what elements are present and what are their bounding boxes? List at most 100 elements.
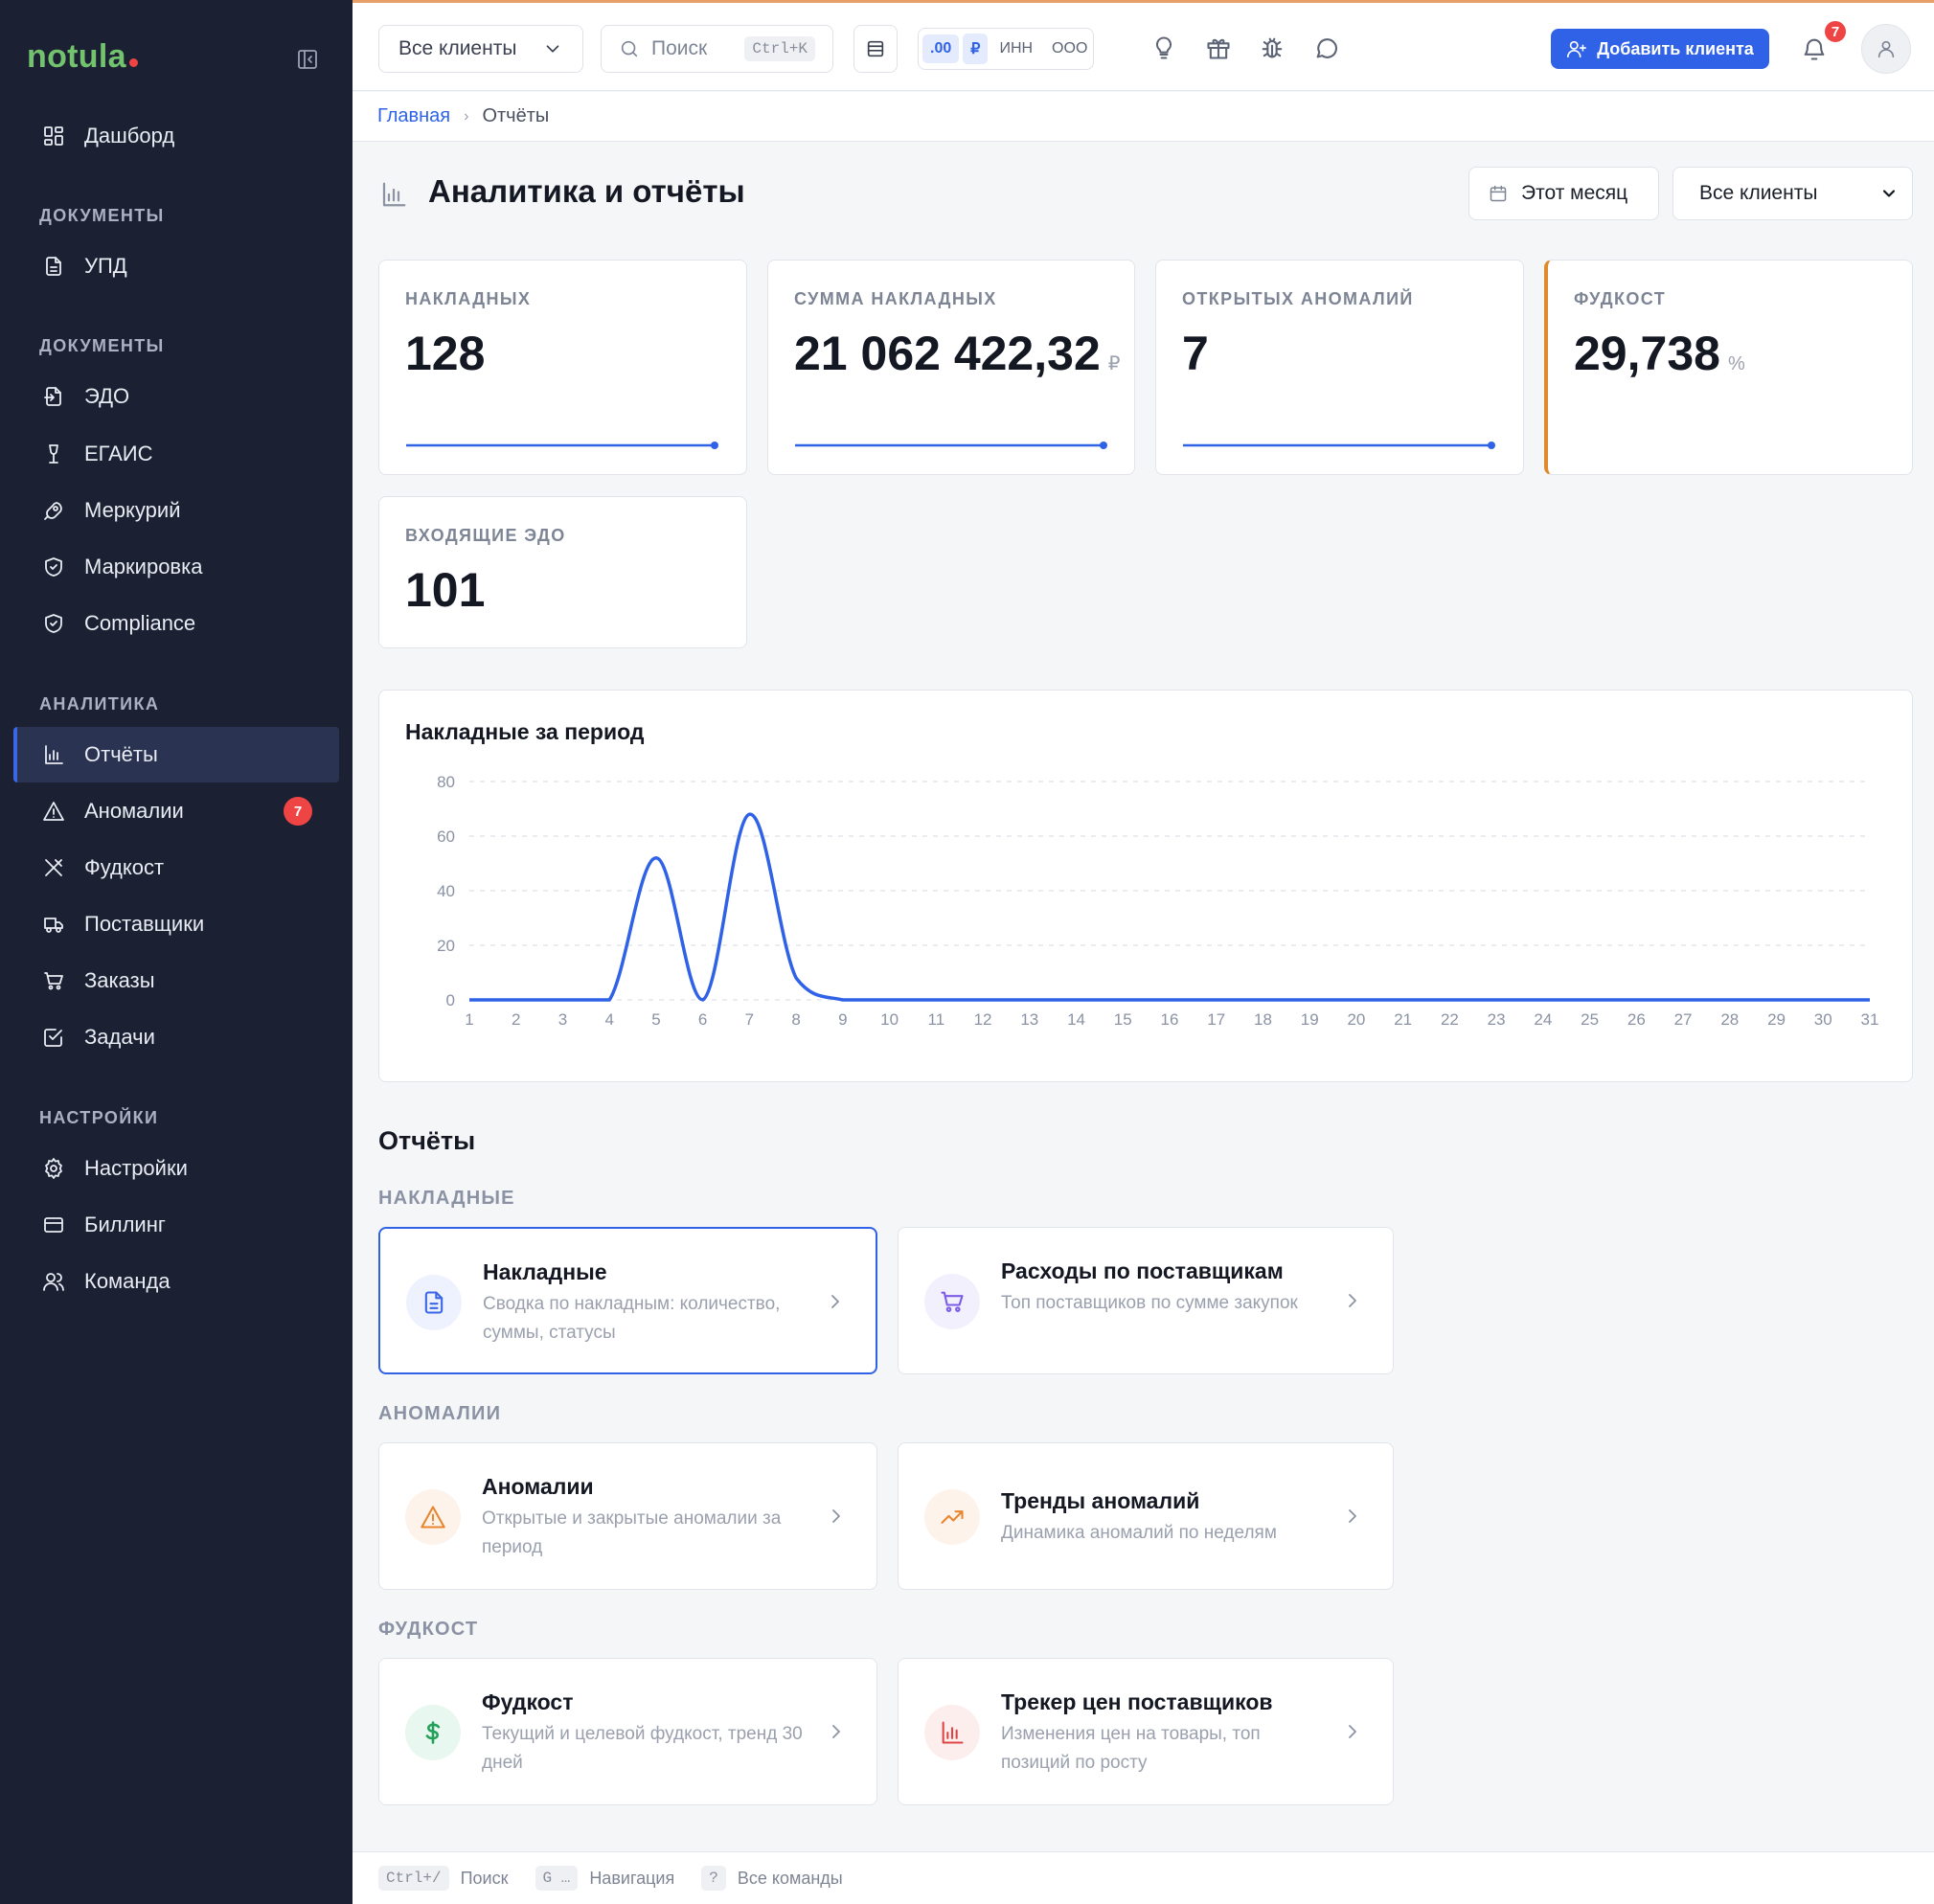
dollar-icon <box>405 1705 461 1760</box>
report-card-anomaly-trends[interactable]: Тренды аномалий Динамика аномалий по нед… <box>898 1442 1394 1590</box>
sidebar-item-mercury[interactable]: Меркурий <box>13 483 339 538</box>
y-tick-label: 0 <box>446 991 455 1009</box>
stat-label: ФУДКОСТ <box>1574 289 1667 308</box>
sidebar-item-label: Задачи <box>84 1025 155 1049</box>
format-toggle-decimals[interactable]: .00 <box>922 34 960 63</box>
breadcrumb-current: Отчёты <box>482 105 550 126</box>
truck-icon <box>44 918 63 933</box>
sidebar-item-compliance[interactable]: Compliance <box>13 596 339 651</box>
cart-icon <box>924 1274 980 1329</box>
document-icon <box>406 1275 462 1330</box>
report-group-title: АНОМАЛИИ <box>378 1403 502 1424</box>
format-toggle-group: .00 ₽ ИНН ООО <box>918 28 1094 70</box>
stat-value: 7 <box>1182 327 1209 380</box>
lightbulb-icon[interactable] <box>1150 34 1177 61</box>
chevron-right-icon <box>1349 1725 1356 1738</box>
format-toggle-currency[interactable]: ₽ <box>963 34 989 64</box>
x-tick-label: 17 <box>1207 1010 1225 1029</box>
bell-icon[interactable] <box>1801 35 1828 62</box>
sidebar-item-label: УПД <box>84 254 127 278</box>
chevron-down-icon <box>546 45 559 53</box>
avatar[interactable] <box>1861 24 1911 74</box>
topbar: Все клиенты Поиск Ctrl+K .00 ₽ ИНН ООО Д… <box>353 0 1934 91</box>
x-tick-label: 1 <box>465 1010 473 1029</box>
gift-icon[interactable] <box>1205 34 1232 61</box>
sidebar-item-upd[interactable]: УПД <box>13 238 339 294</box>
sidebar-item-edo[interactable]: ЭДО <box>13 369 339 424</box>
report-card-desc: Сводка по накладным: количество, суммы, … <box>483 1294 781 1343</box>
x-tick-label: 29 <box>1767 1010 1786 1029</box>
search-placeholder: Поиск <box>651 37 708 59</box>
x-tick-label: 18 <box>1254 1010 1272 1029</box>
sidebar-collapse-icon[interactable] <box>296 48 319 71</box>
chevron-right-icon <box>831 1295 839 1308</box>
x-tick-label: 5 <box>651 1010 660 1029</box>
bar-chart-icon <box>379 180 408 209</box>
stat-card-foodcost[interactable]: ФУДКОСТ 29,738% <box>1544 260 1913 475</box>
stat-value: 21 062 422,32 ₽ <box>794 327 1121 380</box>
stat-card-invoice-sum[interactable]: СУММА НАКЛАДНЫХ 21 062 422,32 ₽ <box>767 260 1135 475</box>
stat-card-incoming-edo[interactable]: ВХОДЯЩИЕ ЭДО 101 <box>378 496 747 648</box>
sidebar-item-label: Фудкост <box>84 855 165 879</box>
report-card-foodcost[interactable]: Фудкост Текущий и целевой фудкост, тренд… <box>378 1658 877 1805</box>
warning-icon <box>405 1489 461 1545</box>
add-client-button[interactable]: Добавить клиента <box>1551 29 1769 69</box>
period-button[interactable]: Этот месяц <box>1468 167 1659 220</box>
sidebar-item-label: Меркурий <box>84 498 181 522</box>
stat-label: НАКЛАДНЫХ <box>405 289 532 308</box>
warning-icon <box>43 802 64 821</box>
sidebar-item-tasks[interactable]: Задачи <box>13 1009 339 1065</box>
sidebar-item-settings[interactable]: Настройки <box>13 1141 339 1196</box>
credit-card-icon <box>44 1217 63 1233</box>
stat-card-invoices[interactable]: НАКЛАДНЫХ 128 <box>378 260 747 475</box>
x-tick-label: 19 <box>1301 1010 1319 1029</box>
shortcut-key: G … <box>535 1866 579 1891</box>
sparkline <box>1183 442 1495 449</box>
sidebar-item-egais[interactable]: ЕГАИС <box>13 426 339 482</box>
format-toggle-inn[interactable]: ИНН <box>991 34 1040 63</box>
report-card-price-tracker[interactable]: Трекер цен поставщиков Изменения цен на … <box>898 1658 1394 1805</box>
sidebar-section-settings: НАСТРОЙКИ <box>39 1108 159 1127</box>
x-tick-label: 6 <box>698 1010 707 1029</box>
invoices-chart-card: Накладные за период 0 20 40 60 80 1 2 3 4 5 6 7 8 9 10… <box>378 690 1913 1082</box>
sidebar-item-foodcost[interactable]: Фудкост <box>13 840 339 895</box>
sidebar-item-dashboard[interactable]: Дашборд <box>13 108 339 164</box>
x-tick-label: 24 <box>1534 1010 1552 1029</box>
sidebar-item-orders[interactable]: Заказы <box>13 953 339 1009</box>
bug-icon[interactable] <box>1259 34 1286 61</box>
sidebar-item-billing[interactable]: Биллинг <box>13 1197 339 1253</box>
shield-check-icon <box>45 614 62 633</box>
stat-card-open-anomalies[interactable]: ОТКРЫТЫХ АНОМАЛИЙ 7 <box>1155 260 1524 475</box>
sparkline <box>795 442 1107 449</box>
x-tick-label: 31 <box>1861 1010 1879 1029</box>
client-select[interactable]: Все клиенты <box>378 25 583 73</box>
x-tick-label: 27 <box>1674 1010 1693 1029</box>
sidebar-item-label: Маркировка <box>84 555 203 578</box>
sidebar-item-marking[interactable]: Маркировка <box>13 539 339 595</box>
sidebar-item-team[interactable]: Команда <box>13 1254 339 1309</box>
search-input[interactable]: Поиск Ctrl+K <box>601 25 833 73</box>
sparkline <box>406 442 718 449</box>
sidebar-section-analytics: АНАЛИТИКА <box>39 694 160 714</box>
chat-icon[interactable] <box>1313 34 1340 61</box>
report-card-desc: Открытые и закрытые аномалии за период <box>482 1508 782 1557</box>
chevron-down-icon <box>1882 190 1896 197</box>
sidebar-item-suppliers[interactable]: Поставщики <box>13 896 339 952</box>
format-toggle-ooo[interactable]: ООО <box>1044 34 1095 63</box>
shortcut-key: ? <box>701 1866 726 1891</box>
report-card-title: Тренды аномалий <box>1001 1488 1200 1513</box>
sidebar-item-reports[interactable]: Отчёты <box>13 727 339 782</box>
report-card-anomalies[interactable]: Аномалии Открытые и закрытые аномалии за… <box>378 1442 877 1590</box>
report-card-invoices[interactable]: Накладные Сводка по накладным: количеств… <box>378 1227 877 1374</box>
page-title: Аналитика и отчёты <box>428 173 745 209</box>
reports-section-title: Отчёты <box>378 1126 476 1155</box>
anomalies-count-badge: 7 <box>284 797 312 826</box>
density-toggle-button[interactable] <box>853 25 898 73</box>
file-import-icon <box>44 387 61 406</box>
breadcrumb-home-link[interactable]: Главная <box>377 105 450 127</box>
report-card-supplier-expenses[interactable]: Расходы по поставщикам Топ поставщиков п… <box>898 1227 1394 1374</box>
sidebar-item-anomalies[interactable]: Аномалии 7 <box>13 783 339 839</box>
client-filter-select[interactable]: Все клиенты <box>1672 167 1913 220</box>
invoices-line-chart: 0204060801 2 3 4 5 6 7 8 9 10 11 12 13 14 15 16 17 18 19 20… <box>437 773 1879 1029</box>
logo-dot <box>128 58 138 67</box>
